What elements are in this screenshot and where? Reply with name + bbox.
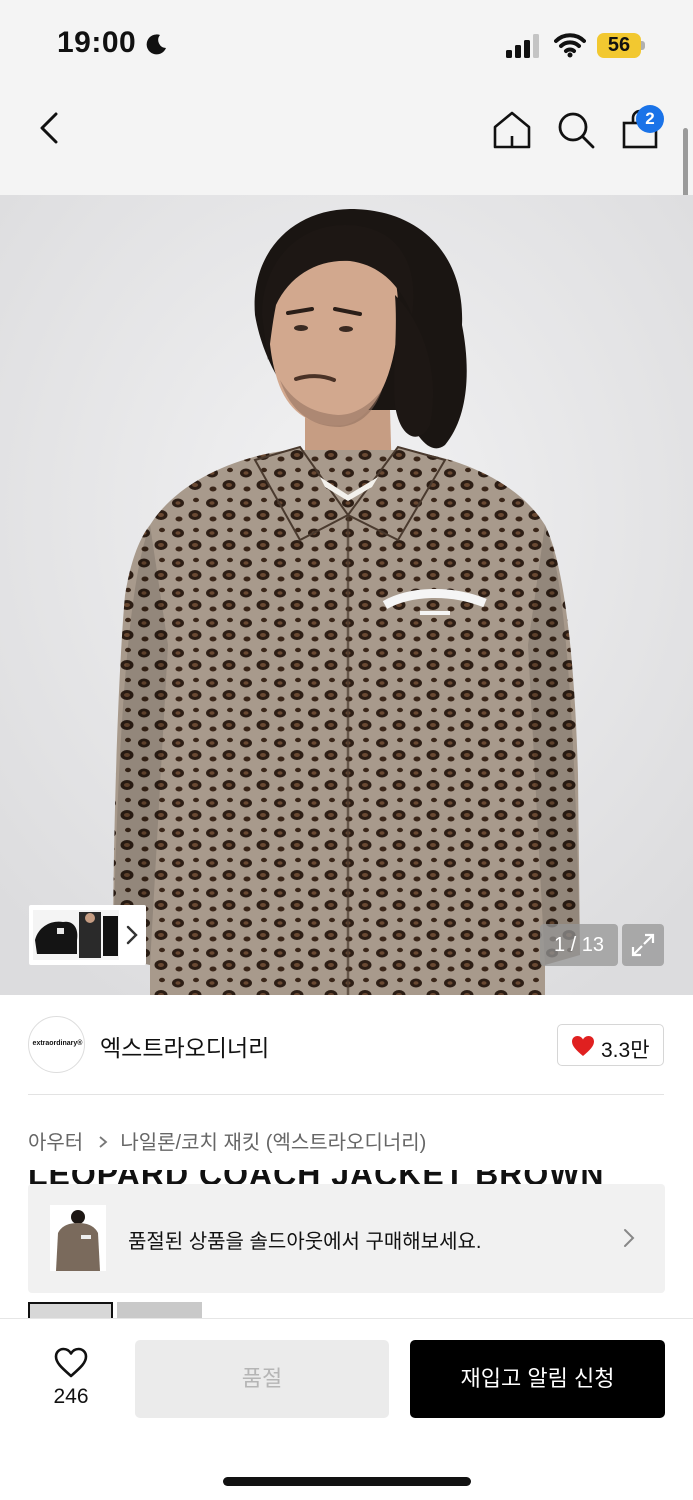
brand-like-count: 3.3만 [601, 1039, 650, 1062]
brand-logo[interactable]: extraordinary® [28, 1016, 85, 1073]
battery-level: 56 [607, 34, 631, 56]
restock-alert-button[interactable]: 재입고 알림 신청 [410, 1340, 665, 1418]
expand-icon[interactable] [622, 924, 664, 966]
breadcrumb-item-category[interactable]: 나일론/코치 재킷 (엑스트라오디너리) [120, 1132, 426, 1154]
heart-filled-icon [572, 1036, 594, 1056]
search-icon[interactable] [554, 108, 598, 152]
chevron-right-icon [624, 1229, 635, 1247]
divider [28, 1094, 664, 1095]
soldout-banner-text: 품절된 상품을 솔드아웃에서 구매해보세요. [128, 1231, 482, 1253]
brand-like-button[interactable]: 3.3만 [557, 1024, 664, 1066]
product-info: extraordinary® 엑스트라오디너리 3.3만 아우터 나일론/코치 … [0, 995, 693, 1320]
home-icon[interactable] [490, 108, 534, 152]
breadcrumb-item-outer[interactable]: 아우터 [28, 1132, 83, 1154]
image-counter: 1 / 13 [540, 924, 618, 966]
product-title-text: LEOPARD COACH JACKET BROWN [28, 1170, 605, 1184]
product-photo [0, 195, 693, 995]
bottom-action-bar: 246 품절 재입고 알림 신청 [0, 1318, 693, 1500]
home-indicator[interactable] [223, 1477, 471, 1486]
thumbnail-strip[interactable] [29, 905, 146, 965]
chevron-right-icon [99, 1136, 108, 1148]
wish-count: 246 [53, 1385, 89, 1408]
moon-icon [146, 34, 166, 55]
status-bar: 19:00 56 [0, 0, 693, 92]
back-icon[interactable] [30, 108, 70, 148]
soldout-banner[interactable]: 품절된 상품을 솔드아웃에서 구매해보세요. [28, 1184, 665, 1293]
chevron-right-icon [126, 925, 138, 945]
cart-count-badge: 2 [636, 105, 664, 133]
heart-outline-icon[interactable] [53, 1346, 89, 1379]
product-image-gallery[interactable]: 1 / 13 [0, 195, 693, 995]
status-time: 19:00 [57, 26, 137, 59]
wifi-icon [554, 33, 586, 58]
brand-name[interactable]: 엑스트라오디너리 [100, 1029, 269, 1063]
brand-logo-text: extraordinary® [32, 1040, 83, 1047]
product-title: LEOPARD COACH JACKET BROWN [28, 1170, 668, 1184]
soldout-button: 품절 [135, 1340, 389, 1418]
nav-bar: 2 [0, 92, 693, 195]
signal-icon [506, 34, 539, 58]
soldout-thumbnail [50, 1205, 106, 1271]
breadcrumb: 아우터 나일론/코치 재킷 (엑스트라오디너리) [28, 1126, 426, 1155]
battery-cap [641, 41, 645, 50]
battery-icon: 56 [597, 33, 645, 58]
thumbnail-images [33, 910, 119, 960]
